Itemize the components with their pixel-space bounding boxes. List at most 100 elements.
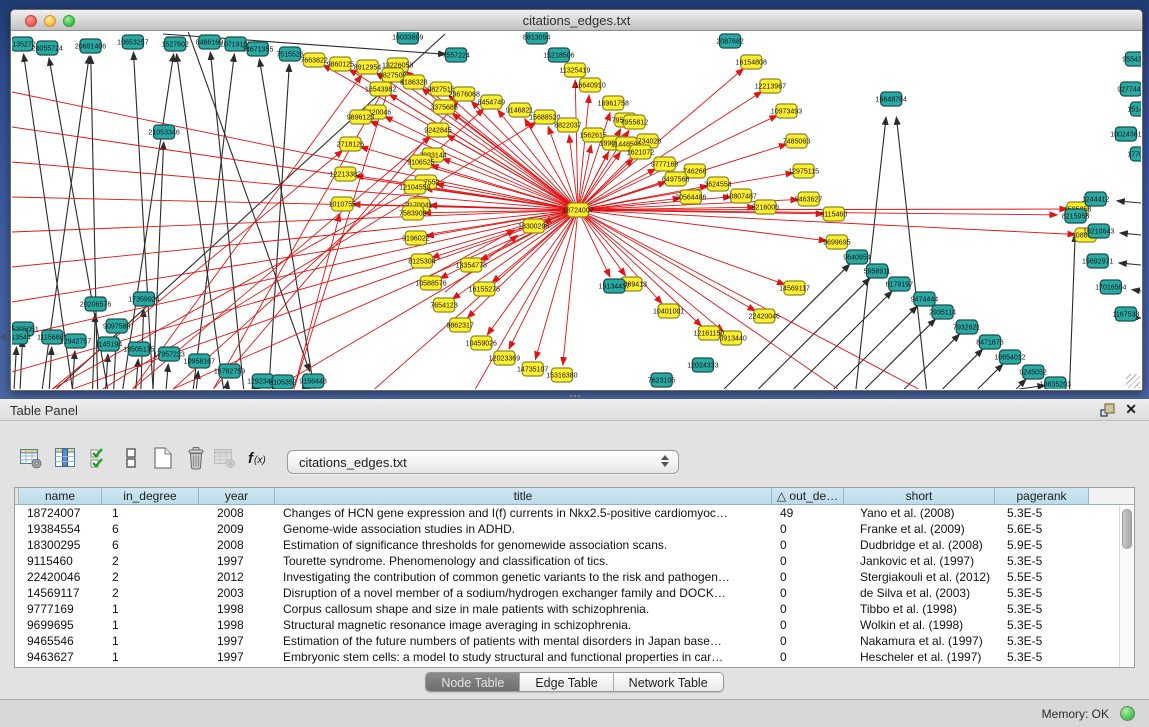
- table-cell[interactable]: 5.3E-5: [995, 553, 1089, 569]
- table-cell[interactable]: 0: [772, 537, 844, 553]
- network-node[interactable]: 7583909: [399, 206, 427, 220]
- network-node[interactable]: 9097588: [103, 319, 131, 333]
- table-row[interactable]: 1938455462009Genome-wide association stu…: [15, 521, 1134, 537]
- network-node[interactable]: 10459026: [466, 336, 497, 350]
- network-node[interactable]: 8813054: [523, 32, 551, 44]
- network-node[interactable]: 16648784: [876, 92, 907, 106]
- network-node[interactable]: 8471676: [976, 335, 1004, 349]
- network-node[interactable]: 16961758: [598, 96, 629, 110]
- network-node[interactable]: 9896123: [347, 110, 375, 124]
- network-node[interactable]: 3624554: [704, 177, 732, 191]
- network-node[interactable]: 9196022: [402, 231, 430, 245]
- network-node[interactable]: 1514545: [1127, 102, 1141, 116]
- close-panel-icon[interactable]: ✕: [1125, 401, 1137, 418]
- network-node[interactable]: 9277448: [1117, 82, 1141, 96]
- table-row[interactable]: 946362711997Embryonic stem cells: a mode…: [15, 649, 1134, 665]
- table-cell[interactable]: 0: [772, 649, 844, 665]
- network-node[interactable]: 10958167: [184, 354, 215, 368]
- network-node[interactable]: 1244412: [1082, 192, 1110, 206]
- network-node[interactable]: 5958911: [864, 264, 891, 278]
- network-node[interactable]: 9156448: [299, 374, 327, 388]
- create-table-icon[interactable]: [150, 445, 176, 471]
- function-builder-icon[interactable]: f (x): [246, 445, 272, 471]
- table-cell[interactable]: 0: [772, 521, 844, 537]
- table-cell[interactable]: 49: [772, 505, 844, 521]
- table-cell[interactable]: Genome-wide association studies in ADHD.: [275, 521, 772, 537]
- table-cell[interactable]: 1997: [199, 649, 275, 665]
- table-cell[interactable]: 5.5E-5: [995, 569, 1089, 585]
- table-cell[interactable]: Hescheler et al. (1997): [844, 649, 995, 665]
- table-cell[interactable]: Disruption of a novel member of a sodium…: [275, 585, 772, 601]
- network-node[interactable]: 6179197: [886, 277, 914, 291]
- table-row[interactable]: 969969511998Structural magnetic resonanc…: [15, 617, 1134, 633]
- table-cell[interactable]: 2008: [199, 537, 275, 553]
- table-selector-dropdown[interactable]: citations_edges.txt: [287, 450, 679, 474]
- network-node[interactable]: 1770350: [1127, 147, 1141, 161]
- table-cell[interactable]: 5.3E-5: [995, 633, 1089, 649]
- network-node[interactable]: 12161150: [694, 326, 725, 340]
- network-graph[interactable]: 1872400776638229860125891295413226058982…: [12, 32, 1141, 389]
- table-cell[interactable]: 2008: [199, 505, 275, 521]
- table-cell[interactable]: de Silva et al. (2003): [844, 585, 995, 601]
- column-header-name[interactable]: name: [19, 488, 102, 504]
- network-node[interactable]: 1167533: [1112, 307, 1139, 321]
- table-cell[interactable]: 1998: [199, 617, 275, 633]
- table-cell[interactable]: 19384554: [19, 521, 102, 537]
- network-node[interactable]: 8822037: [554, 118, 582, 132]
- table-row[interactable]: 977716911998Corpus callosum shape and si…: [15, 601, 1134, 617]
- scrollbar-thumb[interactable]: [1122, 509, 1132, 549]
- table-cell[interactable]: Estimation of significance thresholds fo…: [275, 537, 772, 553]
- network-node[interactable]: 16154808: [736, 55, 767, 69]
- table-cell[interactable]: 1: [102, 505, 199, 521]
- network-node[interactable]: 9860125: [327, 57, 355, 71]
- column-header-in_degree[interactable]: in_degree: [102, 488, 199, 504]
- table-cell[interactable]: 2: [102, 585, 199, 601]
- network-node[interactable]: 9640954: [843, 250, 871, 264]
- network-node[interactable]: 20206576: [80, 297, 111, 311]
- network-node[interactable]: 17016504: [1095, 280, 1126, 294]
- network-node[interactable]: 10654012: [994, 350, 1025, 364]
- table-cell[interactable]: Changes of HCN gene expression and I(f) …: [275, 505, 772, 521]
- network-node[interactable]: 16033809: [392, 32, 423, 44]
- table-cell[interactable]: 1: [102, 617, 199, 633]
- network-node[interactable]: 16543982: [365, 82, 396, 96]
- table-cell[interactable]: 9699695: [19, 617, 102, 633]
- table-row[interactable]: 946554611997Estimation of the future num…: [15, 633, 1134, 649]
- table-cell[interactable]: Wolkin et al. (1998): [844, 617, 995, 633]
- network-node[interactable]: 22420046: [749, 309, 780, 323]
- column-header-short[interactable]: short: [844, 488, 995, 504]
- column-header-out_de[interactable]: △ out_de…: [772, 488, 844, 504]
- network-node[interactable]: 9242845: [424, 123, 452, 137]
- network-node[interactable]: 8186328: [400, 75, 428, 89]
- network-node[interactable]: 10653257: [117, 35, 148, 49]
- network-node[interactable]: 9862317: [446, 318, 474, 332]
- table-cell[interactable]: 1997: [199, 553, 275, 569]
- network-node[interactable]: 17359924: [128, 292, 159, 306]
- network-node[interactable]: 12024333: [687, 358, 718, 372]
- network-node[interactable]: 10588576: [415, 276, 446, 290]
- network-node[interactable]: 24055724: [32, 41, 63, 55]
- network-window-titlebar[interactable]: citations_edges.txt: [11, 10, 1142, 31]
- network-node[interactable]: 7515526: [276, 47, 304, 61]
- table-row[interactable]: 911546021997Tourette syndrome. Phenomeno…: [15, 553, 1134, 569]
- network-node[interactable]: 7932621: [953, 320, 981, 334]
- network-node[interactable]: 8105352: [269, 375, 297, 389]
- network-node[interactable]: 7663822: [300, 53, 328, 67]
- network-node[interactable]: 10807487: [726, 189, 757, 203]
- table-cell[interactable]: 18300295: [19, 537, 102, 553]
- table-cell[interactable]: 1997: [199, 633, 275, 649]
- table-settings-icon[interactable]: [18, 445, 44, 471]
- network-node[interactable]: 9115460: [820, 207, 847, 221]
- network-node[interactable]: 7623105: [648, 373, 676, 387]
- network-node[interactable]: 15692971: [1082, 254, 1113, 268]
- network-node[interactable]: 11325419: [560, 63, 591, 77]
- table-cell[interactable]: Tourette syndrome. Phenomenology and cla…: [275, 553, 772, 569]
- import-table-icon[interactable]: [212, 445, 238, 471]
- tab-edge-table[interactable]: Edge Table: [520, 673, 613, 691]
- network-node[interactable]: 2718126: [337, 137, 365, 151]
- table-cell[interactable]: 2012: [199, 569, 275, 585]
- table-row[interactable]: 1830029562008Estimation of significance …: [15, 537, 1134, 553]
- table-row[interactable]: 1872400712008Changes of HCN gene express…: [15, 505, 1134, 521]
- network-node[interactable]: 7654123: [430, 298, 458, 312]
- table-cell[interactable]: 0: [772, 569, 844, 585]
